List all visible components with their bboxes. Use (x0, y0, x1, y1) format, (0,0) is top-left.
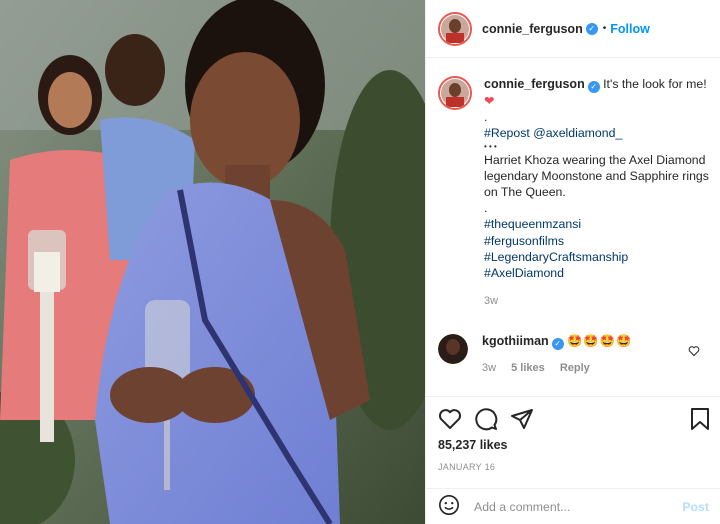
reply-button[interactable]: Reply (560, 362, 590, 374)
divider (426, 396, 720, 397)
caption-body: connie_ferguson ✓ It's the look for me!❤ … (484, 76, 713, 309)
post-photo-image (0, 0, 425, 524)
comment-like-heart-icon[interactable] (688, 345, 700, 360)
hashtag-link[interactable]: #Repost (484, 126, 530, 140)
commenter-avatar[interactable] (438, 334, 468, 364)
caption-text: It's the look for me! (603, 77, 707, 91)
author-avatar[interactable] (438, 11, 472, 46)
comment-timestamp: 3w (482, 362, 497, 374)
author-username[interactable]: connie_ferguson (482, 22, 583, 36)
verified-badge-icon: ✓ (587, 81, 600, 93)
comment-likes-link[interactable]: 5 likes (511, 362, 545, 374)
caption-username[interactable]: connie_ferguson (484, 77, 585, 91)
post-actions (438, 407, 711, 433)
post-comment-button[interactable]: Post (682, 500, 709, 514)
mention-link[interactable]: @axeldiamond_ (533, 126, 622, 140)
share-icon[interactable] (510, 407, 534, 434)
commenter-username[interactable]: kgothiiman (482, 334, 549, 348)
comment-body: kgothiiman ✓ 🤩🤩🤩🤩 3w 5 likes Reply (482, 334, 702, 374)
verified-badge-icon: ✓ (585, 22, 598, 35)
red-heart-icon: ❤ (484, 94, 495, 108)
hashtag-link[interactable]: #thequeenmzansi (484, 216, 713, 232)
comment-item: kgothiiman ✓ 🤩🤩🤩🤩 3w 5 likes Reply (438, 334, 713, 374)
post-caption: connie_ferguson ✓ It's the look for me!❤ … (438, 76, 713, 309)
bookmark-icon[interactable] (689, 407, 711, 434)
comment-icon[interactable] (474, 407, 498, 434)
add-comment-bar: Add a comment... Post (426, 488, 720, 524)
comment-input[interactable]: Add a comment... (474, 500, 682, 514)
post-sidebar: connie_ferguson ✓ • Follow connie_fergus… (425, 0, 720, 524)
comment-text: 🤩🤩🤩🤩 (567, 334, 633, 348)
caption-timestamp: 3w (484, 295, 499, 308)
verified-badge-icon: ✓ (551, 338, 564, 350)
emoji-icon[interactable] (438, 494, 460, 519)
post-header: connie_ferguson ✓ • Follow (426, 0, 720, 58)
post-date: JANUARY 16 (438, 462, 496, 472)
post-photo[interactable] (0, 0, 425, 524)
separator-dot: • (602, 23, 607, 34)
hashtag-link[interactable]: #AxelDiamond (484, 265, 713, 281)
caption-body-text: Harriet Khoza wearing the Axel Diamond l… (484, 152, 709, 200)
caption-dot: . (484, 201, 488, 216)
hashtag-link[interactable]: #fergusonfilms (484, 233, 713, 249)
caption-dot: . (484, 110, 488, 125)
hashtag-link[interactable]: #LegendaryCraftsmanship (484, 249, 713, 265)
follow-button[interactable]: Follow (610, 22, 650, 36)
caption-bullets: • • • (484, 141, 497, 151)
likes-count[interactable]: 85,237 likes (438, 438, 508, 452)
heart-icon[interactable] (438, 407, 462, 434)
caption-author-avatar[interactable] (438, 76, 472, 110)
